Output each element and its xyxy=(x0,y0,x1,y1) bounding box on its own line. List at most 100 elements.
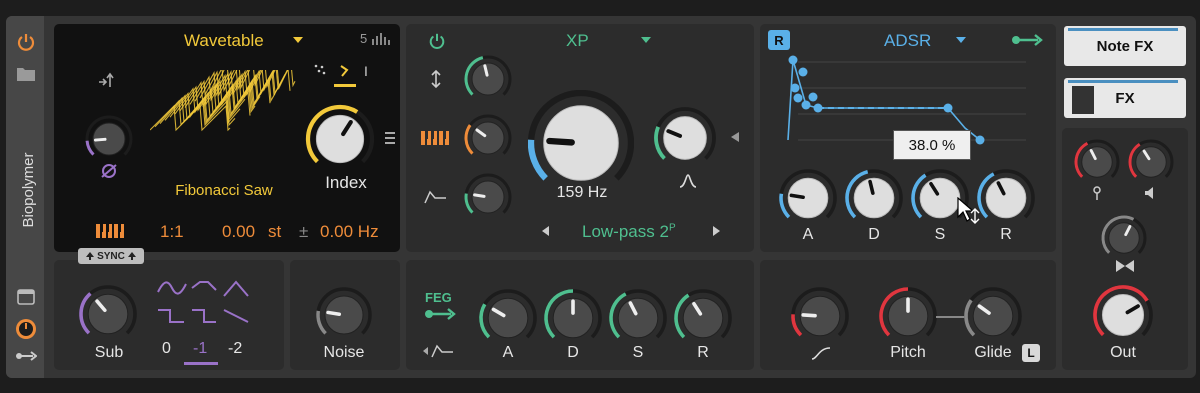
feg-attack-knob[interactable] xyxy=(478,288,538,348)
cutoff-frequency-value: 159 Hz xyxy=(556,184,608,201)
fx-slot-swatch xyxy=(1072,86,1094,114)
feg-release-label: R xyxy=(697,344,709,361)
note-fx-indicator xyxy=(1068,28,1178,31)
filter-mode-next-icon[interactable] xyxy=(709,223,723,239)
feg-shape-icon[interactable] xyxy=(422,342,458,360)
amp-attack-label: A xyxy=(802,226,814,243)
resonance-mod-arrow-icon[interactable] xyxy=(729,130,741,144)
sub-octave-0[interactable]: 0 xyxy=(162,340,171,358)
osc-ratio-value[interactable]: 1:1 xyxy=(160,222,184,242)
output-mod-knob-2[interactable] xyxy=(1127,138,1175,186)
filter-mode-prev-icon[interactable] xyxy=(538,223,552,239)
retrigger-badge[interactable]: R xyxy=(768,30,790,50)
amp-routing-arrow-icon[interactable] xyxy=(1010,32,1044,48)
osc-detune-knob[interactable] xyxy=(84,114,134,164)
legato-badge[interactable]: L xyxy=(1022,344,1040,362)
index-mode-icon[interactable]: I xyxy=(364,63,368,79)
keytrack-piano-icon[interactable] xyxy=(94,220,128,242)
feg-sustain-knob[interactable] xyxy=(608,288,668,348)
wavetable-bank-icon[interactable] xyxy=(371,32,393,46)
sync-button[interactable]: SYNC xyxy=(78,248,144,264)
note-fx-button[interactable]: Note FX xyxy=(1064,26,1186,66)
feg-sustain-label: S xyxy=(632,344,644,361)
osc-semitones-unit: st xyxy=(268,222,282,241)
feg-routing-arrow-icon[interactable] xyxy=(423,306,457,322)
sub-level-knob[interactable] xyxy=(78,284,138,344)
wavetable-name: Fibonacci Saw xyxy=(175,182,273,199)
feg-release-knob[interactable] xyxy=(673,288,733,348)
pin-icon[interactable] xyxy=(1088,184,1106,202)
filter-type-dropdown-icon[interactable] xyxy=(640,35,652,45)
filter-type-label[interactable]: XP xyxy=(566,31,589,51)
resonance-knob[interactable] xyxy=(653,106,717,170)
filter-envelope-shape-icon[interactable] xyxy=(423,186,449,206)
cutoff-knob[interactable] xyxy=(528,90,634,196)
pitch-knob[interactable] xyxy=(878,286,938,346)
amp-decay-label: D xyxy=(868,226,880,243)
sub-label: Sub xyxy=(94,344,124,361)
feg-attack-label: A xyxy=(502,344,514,361)
osc-hz-offset-value[interactable]: 0.00 Hz xyxy=(320,222,379,242)
index-knob[interactable] xyxy=(305,104,375,174)
output-mod-knob-3[interactable] xyxy=(1100,214,1148,262)
pitch-glide-link xyxy=(936,316,966,318)
power-icon[interactable] xyxy=(14,30,38,54)
amp-release-label: R xyxy=(1000,226,1012,243)
filter-mode-superscript: P xyxy=(668,222,676,234)
glide-label: Glide xyxy=(974,344,1012,361)
filter-mode-value[interactable]: Low-pass 2P xyxy=(582,222,676,242)
output-level-knob[interactable] xyxy=(1092,284,1154,346)
sub-octave-minus1[interactable]: -1 xyxy=(193,340,207,358)
index-mod-icon[interactable] xyxy=(384,128,396,148)
filter-env-amount-knob[interactable] xyxy=(463,172,513,222)
modulation-icon[interactable] xyxy=(13,316,39,342)
bowtie-icon[interactable] xyxy=(1114,258,1136,274)
device-name: Biopolymer xyxy=(20,152,37,228)
wavetable-bank-number: 5 xyxy=(360,31,368,46)
osc-semitones-value[interactable]: 0.00 xyxy=(222,222,255,242)
output-mod-knob-1[interactable] xyxy=(1073,138,1121,186)
window-icon[interactable] xyxy=(14,286,38,308)
sync-label: SYNC xyxy=(97,250,125,262)
feg-label: FEG xyxy=(425,290,452,305)
filter-keytrack-icon[interactable] xyxy=(420,127,452,149)
folder-icon[interactable] xyxy=(14,62,38,86)
amp-envelope-type-label[interactable]: ADSR xyxy=(884,31,931,51)
fx-indicator xyxy=(1068,80,1178,83)
glide-knob[interactable] xyxy=(963,286,1023,346)
noise-level-knob[interactable] xyxy=(315,286,373,344)
feg-decay-label: D xyxy=(567,344,579,361)
sub-octave-minus2[interactable]: -2 xyxy=(228,340,242,358)
speaker-icon[interactable] xyxy=(1142,184,1160,202)
amp-decay-knob[interactable] xyxy=(844,168,904,228)
vertical-arrows-icon[interactable] xyxy=(426,68,446,90)
attack-shape-knob[interactable] xyxy=(790,286,850,346)
interpolation-icon[interactable] xyxy=(337,62,353,80)
sync-up-icon-right xyxy=(127,252,136,260)
wavetable-display[interactable] xyxy=(150,70,300,180)
sync-up-icon xyxy=(86,252,95,260)
osc-type-dropdown-icon[interactable] xyxy=(292,35,304,45)
osc-type-label[interactable]: Wavetable xyxy=(184,31,264,51)
curve-shape-icon[interactable] xyxy=(810,344,832,362)
interpolation-selected-indicator xyxy=(334,84,356,87)
index-label: Index xyxy=(325,173,367,192)
amp-sustain-label: S xyxy=(934,226,946,243)
filter-mode-text: Low-pass 2 xyxy=(582,222,669,241)
fx-button-label: FX xyxy=(1115,89,1135,107)
filter-keytrack-knob[interactable] xyxy=(463,113,513,163)
bandpass-shape-icon[interactable] xyxy=(678,172,698,190)
feg-decay-knob[interactable] xyxy=(543,288,603,348)
dots-icon[interactable] xyxy=(312,62,328,78)
output-label: Out xyxy=(1110,344,1136,361)
filter-drive-knob[interactable] xyxy=(463,54,513,104)
pitch-label: Pitch xyxy=(890,344,926,361)
amp-attack-knob[interactable] xyxy=(778,168,838,228)
routing-arrow-icon[interactable] xyxy=(14,348,38,364)
sub-waveform-icons[interactable] xyxy=(156,278,256,326)
mouse-cursor-icon xyxy=(954,196,988,226)
pitch-up-icon[interactable] xyxy=(96,70,116,90)
noise-label: Noise xyxy=(323,344,365,361)
filter-power-icon[interactable] xyxy=(426,30,448,52)
amp-type-dropdown-icon[interactable] xyxy=(955,35,967,45)
